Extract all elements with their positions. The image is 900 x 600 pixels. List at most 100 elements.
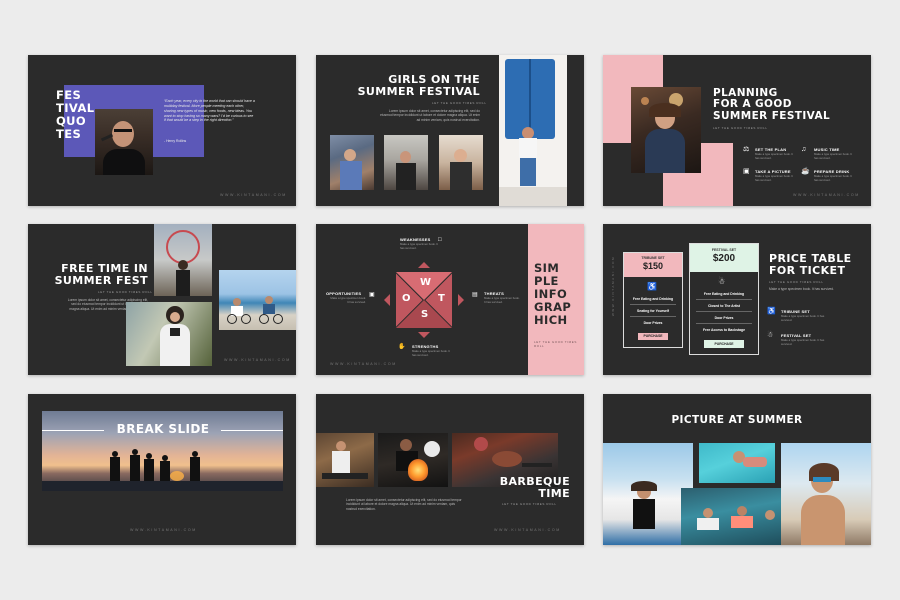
subtitle: LET THE GOOD TIMES ROLL	[534, 340, 577, 348]
swot-diamond: W O T S	[395, 270, 453, 329]
swot-letter-w: W	[420, 277, 432, 288]
site-url: WWW.KINTAMANI.COM	[330, 362, 397, 366]
photo-grill-fire	[378, 433, 448, 487]
slide-festival-quotes[interactable]: FES TIVAL QUO TES “Each year, every city…	[28, 55, 296, 206]
tribune-feature: Door Prizes	[643, 321, 663, 325]
festival-purchase-button[interactable]: PURCHASE	[704, 340, 744, 348]
price-title: PRICE TABLE FOR TICKET	[769, 252, 852, 277]
legend-tribune-desc: Make a type specimen book. It has surviv…	[781, 314, 825, 322]
title-line-right	[221, 430, 283, 431]
photo-ferris-wheel	[154, 224, 212, 296]
photo-blue-door	[499, 55, 567, 206]
slide-free-time[interactable]: FREE TIME IN SUMMER FEST LET THE GOOD TI…	[28, 224, 296, 375]
photo-friends-water	[681, 488, 795, 545]
photo-santorini-girl	[603, 443, 693, 545]
subtitle: LET THE GOOD TIMES ROLL	[98, 290, 153, 294]
planning-item-desc: Make a type specimen book. It has surviv…	[814, 174, 852, 182]
festival-name: FESTIVAL SET	[711, 248, 737, 252]
site-url: WWW.KINTAMANI.COM	[220, 193, 287, 197]
site-url: WWW.KINTAMANI.COM	[494, 528, 561, 532]
photo-pool-girl	[699, 443, 775, 483]
subtitle: LET THE GOOD TIMES ROLL	[713, 126, 768, 130]
legend-festival-desc: Make a type specimen book. It has surviv…	[781, 338, 825, 346]
slide-planning[interactable]: PLANNING FOR A GOOD SUMMER FESTIVAL LET …	[603, 55, 871, 206]
slide-barbeque[interactable]: BARBEQUE TIME LET THE GOOD TIMES ROLL Lo…	[316, 394, 584, 545]
swot-weaknesses-desc: Make a type specimen book. It has surviv…	[400, 242, 438, 250]
photo-sunglasses-beach	[781, 443, 871, 545]
photo-city-girl	[384, 135, 428, 190]
seat-icon: ♿	[647, 282, 657, 291]
break-title: BREAK SLIDE	[116, 422, 210, 436]
tribune-feature: Seating for Yourself	[637, 309, 669, 313]
headphones-icon: ♫	[801, 146, 807, 153]
site-url-vertical: WWW.KINTAMANI.COM	[611, 255, 616, 317]
divider	[630, 304, 676, 305]
body-text: Make a type specimen book. It has surviv…	[769, 287, 835, 291]
body-text: Lorem ipsum dolor sit amet, consectetur …	[380, 109, 480, 122]
festival-feature: Closed to The Artist	[707, 304, 741, 308]
tribune-purchase-button[interactable]: PURCHASE	[638, 333, 668, 340]
planning-title: PLANNING FOR A GOOD SUMMER FESTIVAL	[713, 87, 831, 122]
tribune-card[interactable]: TRIBUNE SET $150 ♿ Free Eating and Drink…	[623, 252, 683, 348]
festival-feature: Free Access to Backstage	[703, 328, 745, 332]
barbeque-title: BARBEQUE TIME	[499, 475, 570, 500]
swot-opportunities-desc: Make a type specimen book. It has surviv…	[330, 296, 366, 304]
gavel-icon: ⚖	[743, 146, 750, 153]
photo-grill-people	[316, 433, 374, 487]
photo-smiling-girl	[631, 87, 701, 173]
slide-picture-at-summer[interactable]: PICTURE AT SUMMER	[603, 394, 871, 545]
arrow-down-icon	[418, 332, 430, 338]
tribune-header: TRIBUNE SET $150	[624, 253, 682, 277]
picture-title: PICTURE AT SUMMER	[671, 414, 803, 426]
slide-swot[interactable]: SIM PLE INFO GRAP HICH LET THE GOOD TIME…	[316, 224, 584, 375]
divider	[696, 323, 752, 324]
swot-letter-o: O	[402, 293, 411, 304]
festival-card[interactable]: FESTIVAL SET $200 ☃ Free Eating and Drin…	[689, 243, 759, 355]
arrow-right-icon	[458, 294, 464, 306]
quote-author: - Henry Rollins	[164, 139, 187, 143]
site-url: WWW.KINTAMANI.COM	[130, 528, 197, 532]
divider	[630, 316, 676, 317]
festival-header: FESTIVAL SET $200	[690, 244, 758, 272]
photo-bikes	[219, 270, 296, 330]
planning-item-desc: Make a type specimen book. It has surviv…	[755, 174, 793, 182]
dance-icon: ☃	[767, 332, 774, 339]
subtitle: LET THE GOOD TIMES ROLL	[769, 280, 824, 284]
swot-letter-t: T	[438, 293, 446, 304]
tribune-feature: Free Eating and Drinking	[632, 297, 674, 301]
freetime-title: FREE TIME IN SUMMER FEST	[54, 262, 148, 287]
site-url: WWW.KINTAMANI.COM	[224, 358, 291, 362]
slide-girls-summer-festival[interactable]: GIRLS ON THE SUMMER FESTIVAL LET THE GOO…	[316, 55, 584, 206]
briefcase-icon: ▣	[369, 292, 375, 298]
photo-crowd	[330, 135, 374, 190]
tribune-price: $150	[642, 261, 664, 271]
divider	[696, 299, 752, 300]
hand-icon: ✋	[398, 344, 406, 350]
body-text: Lorem ipsum dolor sit amet, consectetur …	[346, 498, 462, 511]
title-line-left	[42, 430, 104, 431]
planning-item-desc: Make a type specimen book. It has surviv…	[814, 152, 852, 160]
swot-strengths-desc: Make a type specimen book. It has surviv…	[412, 349, 450, 357]
slide-break[interactable]: BREAK SLIDE WWW.KINTAMANI.COM	[28, 394, 296, 545]
photo-singer	[95, 109, 153, 175]
girls-title: GIRLS ON THE SUMMER FESTIVAL	[357, 73, 480, 98]
divider	[696, 311, 752, 312]
swot-threats-desc: Make a type specimen book. It has surviv…	[484, 296, 520, 304]
photo-sunglasses-girl	[439, 135, 483, 190]
seat-icon: ♿	[767, 308, 776, 315]
subtitle: LET THE GOOD TIMES ROLL	[432, 101, 487, 105]
slide-price-table[interactable]: WWW.KINTAMANI.COM TRIBUNE SET $150 ♿ Fre…	[603, 224, 871, 375]
subtitle: LET THE GOOD TIMES ROLL	[502, 502, 557, 506]
quotes-title: FES TIVAL QUO TES	[56, 88, 95, 141]
dance-icon: ☃	[718, 277, 726, 286]
swot-letter-s: S	[421, 309, 429, 320]
cup-icon: ☕	[801, 168, 810, 175]
quote-text: “Each year, every city in the world that…	[164, 99, 255, 123]
chat-icon: □	[438, 237, 442, 243]
planning-item-desc: Make a type specimen book. It has surviv…	[755, 152, 793, 160]
tribune-name: TRIBUNE SET	[641, 256, 665, 260]
camera-icon: ▣	[743, 168, 750, 175]
arrow-left-icon	[384, 294, 390, 306]
site-url: WWW.KINTAMANI.COM	[793, 193, 860, 197]
festival-feature: Door Prizes	[714, 316, 734, 320]
